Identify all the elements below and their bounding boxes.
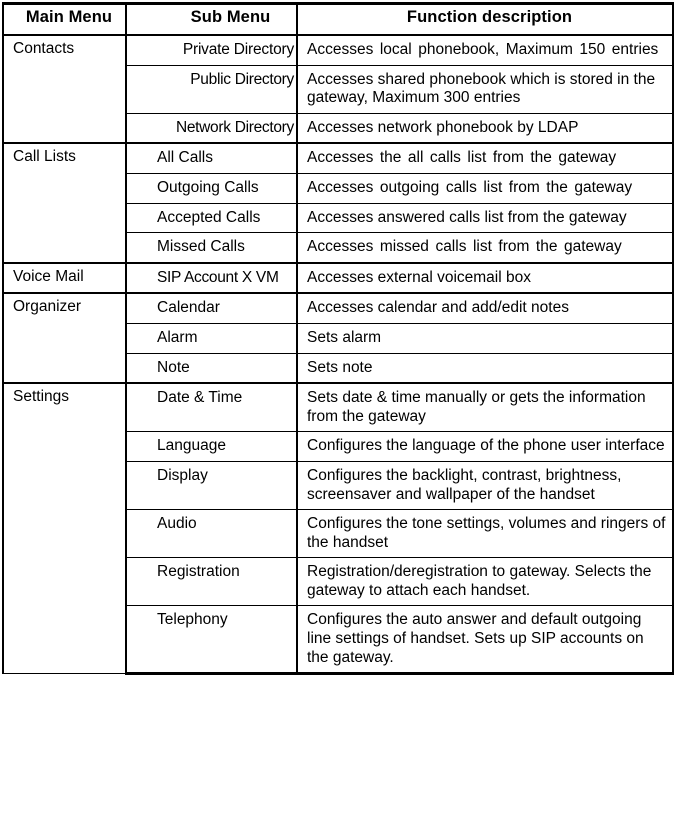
- sub-menu-cell: Display: [125, 460, 298, 511]
- function-description-text: Accesses the all calls list from the gat…: [307, 149, 617, 167]
- function-description-text: Accesses answered calls list from the ga…: [307, 208, 627, 226]
- column-header-main-menu: Main Menu: [2, 2, 127, 36]
- sub-menu-cell: Accepted Calls: [125, 202, 298, 234]
- function-description-text: Sets alarm: [307, 328, 382, 346]
- table-row: Call Lists All Calls Accesses the all call…: [2, 142, 674, 264]
- sub-menu-label: Alarm: [157, 328, 198, 346]
- column-header-main-menu-label: Main Menu: [25, 8, 113, 26]
- sub-menu-label: Date & Time: [157, 389, 243, 407]
- function-description-text: Accesses outgoing calls list from the ga…: [307, 178, 633, 196]
- function-description-text: Accesses external voicemail box: [307, 268, 531, 286]
- main-menu-cell: Voice Mail: [2, 261, 127, 294]
- sub-menu-cell: Note: [125, 352, 298, 384]
- function-description-text: Accesses shared phonebook which is store…: [307, 70, 656, 107]
- function-description-cell: Sets date & time manually or gets the in…: [296, 382, 674, 433]
- function-description-text: Configures the tone settings, volumes an…: [307, 515, 666, 551]
- sub-menu-label: Network Directory: [175, 118, 294, 136]
- column-header-sub-menu-label: Sub Menu: [190, 8, 271, 26]
- sub-menu-cell: Date & Time: [125, 382, 298, 433]
- sub-menu-label: Public Directory: [190, 70, 294, 88]
- table-header-row: Main Menu Sub Menu Function description: [2, 2, 674, 36]
- function-description-cell: Accesses answered calls list from the ga…: [296, 202, 674, 234]
- sub-menu-cell: Alarm: [125, 322, 298, 354]
- function-description-text: Accesses network phonebook by LDAP: [307, 118, 579, 136]
- function-description-cell: Accesses calendar and add/edit notes: [296, 292, 674, 324]
- function-description-text: Accesses calendar and add/edit notes: [307, 299, 569, 317]
- main-menu-label: Organizer: [13, 298, 82, 316]
- function-description-cell: Configures the language of the phone use…: [296, 431, 674, 462]
- sub-menu-label: Calendar: [157, 299, 220, 317]
- function-description-cell: Accesses the all calls list from the gat…: [296, 142, 674, 174]
- sub-menu-cell: Missed Calls: [125, 232, 298, 264]
- sub-menu-cell: Telephony: [125, 605, 298, 676]
- sub-menu-label: Display: [157, 466, 208, 484]
- main-menu-cell: Organizer: [2, 292, 127, 384]
- function-description-text: Configures the backlight, contrast, brig…: [307, 466, 622, 503]
- function-description-text: Accesses missed calls list from the gate…: [307, 238, 622, 256]
- function-description-text: Configures the language of the phone use…: [307, 437, 665, 455]
- function-description-cell: Configures the auto answer and default o…: [296, 605, 674, 676]
- sub-menu-cell: Private Directory: [125, 33, 298, 66]
- function-description-cell: Configures the tone settings, volumes an…: [296, 509, 674, 559]
- sub-menu-cell: SIP Account X VM: [125, 261, 298, 294]
- sub-menu-cell: Audio: [125, 509, 298, 559]
- sub-menu-label: Registration: [157, 563, 240, 581]
- sub-menu-cell: Calendar: [125, 292, 298, 324]
- sub-menu-cell: Public Directory: [125, 64, 298, 114]
- function-description-text: Registration/deregistration to gateway. …: [307, 563, 652, 599]
- function-description-cell: Accesses outgoing calls list from the ga…: [296, 172, 674, 204]
- function-description-text: Sets note: [307, 358, 373, 376]
- main-menu-cell: Contacts: [2, 33, 127, 144]
- function-description-cell: Accesses missed calls list from the gate…: [296, 232, 674, 264]
- function-description-cell: Accesses network phonebook by LDAP: [296, 112, 674, 144]
- function-description-cell: Sets note: [296, 352, 674, 384]
- function-description-cell: Configures the backlight, contrast, brig…: [296, 460, 674, 511]
- table-row: Settings Date & Time Sets date & time manu…: [2, 382, 674, 675]
- function-description-cell: Accesses external voicemail box: [296, 261, 674, 294]
- menu-reference-table-container: Main Menu Sub Menu Function description …: [2, 2, 674, 676]
- sub-menu-label: Outgoing Calls: [157, 178, 259, 196]
- column-header-function-description: Function description: [296, 2, 674, 36]
- table-row: Voice Mail SIP Account X VM Accesses exter…: [2, 261, 674, 294]
- function-description-text: Configures the auto answer and default o…: [307, 611, 644, 666]
- function-description-cell: Accesses shared phonebook which is store…: [296, 64, 674, 114]
- main-menu-cell: Call Lists: [2, 142, 127, 264]
- sub-menu-label: Private Directory: [182, 41, 294, 58]
- menu-reference-table: Main Menu Sub Menu Function description …: [2, 2, 674, 676]
- table-row: Contacts Private Directory Accesses local …: [2, 33, 674, 144]
- sub-menu-cell: Outgoing Calls: [125, 172, 298, 204]
- main-menu-label: Voice Mail: [13, 267, 84, 285]
- table-body: Contacts Private Directory Accesses local …: [2, 33, 674, 676]
- sub-menu-cell: Language: [125, 431, 298, 462]
- sub-menu-label: Missed Calls: [157, 238, 245, 256]
- main-menu-label: Contacts: [13, 40, 75, 57]
- main-menu-label: Settings: [13, 388, 70, 406]
- main-menu-label: Call Lists: [13, 148, 76, 166]
- sub-menu-label: Language: [157, 437, 226, 455]
- sub-menu-label: SIP Account X VM: [157, 268, 279, 286]
- function-description-cell: Registration/deregistration to gateway. …: [296, 557, 674, 607]
- column-header-function-description-label: Function description: [406, 8, 573, 26]
- sub-menu-label: All Calls: [157, 149, 213, 167]
- sub-menu-cell: Network Directory: [125, 112, 298, 144]
- sub-menu-label: Audio: [157, 515, 197, 533]
- column-header-sub-menu: Sub Menu: [125, 2, 298, 36]
- sub-menu-label: Telephony: [157, 611, 228, 629]
- function-description-text: Sets date & time manually or gets the in…: [307, 389, 646, 425]
- sub-menu-cell: All Calls: [125, 142, 298, 174]
- main-menu-cell: Settings: [2, 382, 127, 675]
- function-description-text: Accesses local phonebook, Maximum 150 en…: [307, 41, 659, 58]
- sub-menu-cell: Registration: [125, 557, 298, 607]
- function-description-cell: Accesses local phonebook, Maximum 150 en…: [296, 33, 674, 66]
- function-description-cell: Sets alarm: [296, 322, 674, 354]
- table-row: Organizer Calendar Accesses calendar and a…: [2, 292, 674, 384]
- sub-menu-label: Accepted Calls: [157, 208, 261, 226]
- sub-menu-label: Note: [157, 358, 190, 376]
